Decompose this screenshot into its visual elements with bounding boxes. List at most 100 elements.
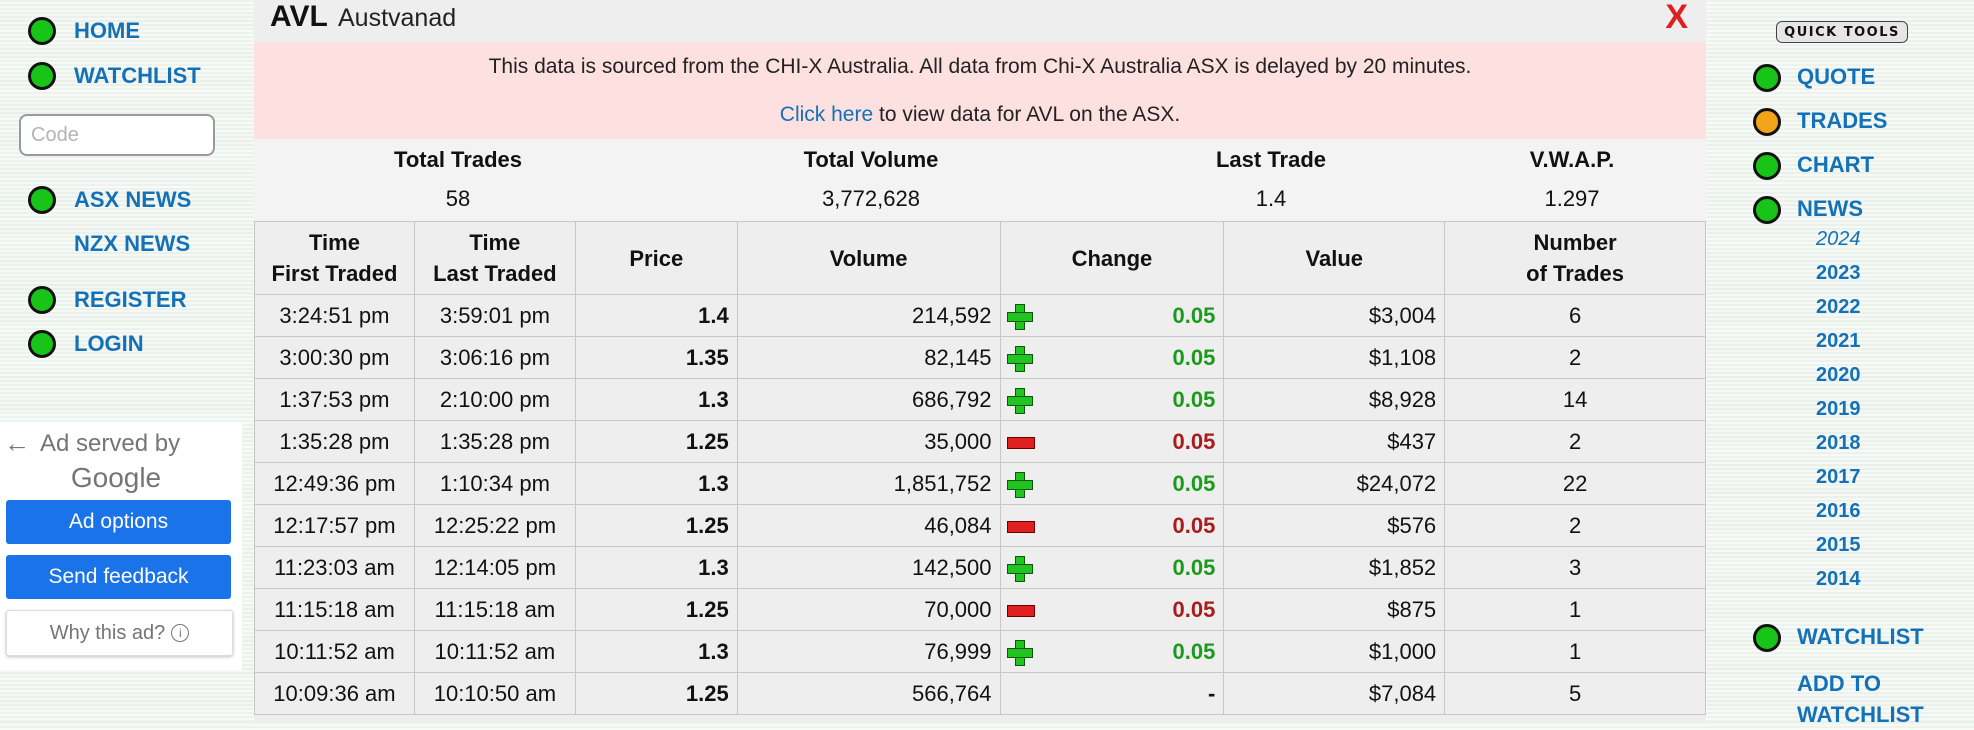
cell-change: 0.05 xyxy=(999,546,1225,589)
nav-watchlist-right-link[interactable]: WATCHLIST xyxy=(1797,624,1924,650)
change-value: 0.05 xyxy=(1172,512,1216,538)
col-number-of-trades[interactable]: Number of Trades xyxy=(1444,221,1706,295)
change-value: 0.05 xyxy=(1172,386,1216,412)
nav-watchlist-link[interactable]: WATCHLIST xyxy=(74,63,201,89)
nav-news-link[interactable]: NEWS xyxy=(1797,196,1863,222)
nav-quote-link[interactable]: QUOTE xyxy=(1797,64,1875,90)
cell-change: 0.05 xyxy=(999,462,1225,505)
trades-table: Time First Traded Time Last Traded Price V… xyxy=(254,221,1706,715)
cell-time-first-traded: 10:11:52 am xyxy=(254,630,415,673)
info-icon: i xyxy=(171,624,190,642)
last-trade-value: 1.4 xyxy=(1255,186,1287,211)
register-status-icon xyxy=(28,286,56,314)
back-arrow-icon[interactable]: ← xyxy=(4,428,30,459)
cell-price: 1.3 xyxy=(574,462,738,505)
cell-number-of-trades: 2 xyxy=(1444,504,1706,547)
cell-price: 1.25 xyxy=(574,672,738,715)
news-year-link[interactable]: 2018 xyxy=(1816,432,1861,455)
cell-number-of-trades: 5 xyxy=(1444,672,1706,715)
ad-options-button[interactable]: Ad options xyxy=(6,500,231,544)
news-year-link[interactable]: 2016 xyxy=(1816,500,1861,523)
news-year-link[interactable]: 2017 xyxy=(1816,466,1861,489)
col-price[interactable]: Price xyxy=(574,221,738,295)
nav-register-link[interactable]: REGISTER xyxy=(74,287,186,313)
col-time-first-traded[interactable]: Time First Traded xyxy=(254,221,415,295)
vwap-label: V.W.A.P. xyxy=(1529,147,1615,172)
plus-icon xyxy=(1006,556,1033,582)
cell-time-last-traded: 1:10:34 pm xyxy=(413,462,576,505)
news-year-link[interactable]: 2015 xyxy=(1816,534,1861,557)
nav-trades-link[interactable]: TRADES xyxy=(1797,108,1887,134)
cell-time-first-traded: 11:15:18 am xyxy=(254,588,415,631)
news-year-link[interactable]: 2021 xyxy=(1816,330,1861,353)
code-search-input[interactable] xyxy=(19,114,215,156)
col-volume[interactable]: Volume xyxy=(736,221,1001,295)
cell-number-of-trades: 3 xyxy=(1444,546,1706,589)
cell-time-last-traded: 12:14:05 pm xyxy=(413,546,576,589)
send-feedback-button[interactable]: Send feedback xyxy=(6,555,231,599)
close-icon[interactable]: X xyxy=(1665,0,1688,37)
quote-status-icon xyxy=(1753,64,1781,92)
cell-time-first-traded: 3:24:51 pm xyxy=(254,294,415,337)
news-year-link[interactable]: 2022 xyxy=(1816,296,1861,319)
trade-summary: Total Trades 58 Total Volume 3,772,628 L… xyxy=(254,139,1706,223)
cell-price: 1.25 xyxy=(574,420,738,463)
news-year-link[interactable]: 2023 xyxy=(1816,262,1861,285)
news-year-link[interactable]: 2014 xyxy=(1816,568,1861,591)
cell-volume: 1,851,752 xyxy=(736,462,1001,505)
watchlist-right-status-icon xyxy=(1753,624,1781,652)
change-value: - xyxy=(1208,680,1216,706)
cell-time-first-traded: 1:35:28 pm xyxy=(254,420,415,463)
cell-change: 0.05 xyxy=(999,630,1225,673)
cell-time-first-traded: 10:09:36 am xyxy=(254,672,415,715)
watchlist-status-icon xyxy=(28,62,56,90)
table-row: 11:15:18 am 11:15:18 am 1.25 70,000 0.05 $875… xyxy=(254,588,1706,631)
news-year-link[interactable]: 2019 xyxy=(1816,398,1861,421)
login-status-icon xyxy=(28,330,56,358)
nav-asx-news-link[interactable]: ASX NEWS xyxy=(74,187,191,213)
trades-table-body: 3:24:51 pm 3:59:01 pm 1.4 214,592 0.05 $3,004… xyxy=(254,294,1706,715)
add-to-watchlist-link[interactable]: ADD TO WATCHLIST xyxy=(1797,668,1924,730)
cell-number-of-trades: 2 xyxy=(1444,420,1706,463)
ad-served-by-text: Ad served by xyxy=(40,430,181,457)
cell-value: $437 xyxy=(1223,420,1446,463)
cell-value: $8,928 xyxy=(1223,378,1446,421)
table-row: 11:23:03 am 12:14:05 pm 1.3 142,500 0.05 $1,8… xyxy=(254,546,1706,589)
total-trades-label: Total Trades xyxy=(394,147,522,172)
cell-volume: 142,500 xyxy=(736,546,1001,589)
cell-time-last-traded: 10:11:52 am xyxy=(413,630,576,673)
trades-status-icon xyxy=(1753,108,1781,136)
cell-time-last-traded: 1:35:28 pm xyxy=(413,420,576,463)
cell-volume: 35,000 xyxy=(736,420,1001,463)
news-year-link[interactable]: 2024 xyxy=(1816,228,1861,251)
nav-chart-link[interactable]: CHART xyxy=(1797,152,1874,178)
quick-tools-heading: QUICK TOOLS xyxy=(1776,21,1908,43)
table-row: 3:24:51 pm 3:59:01 pm 1.4 214,592 0.05 $3,004… xyxy=(254,294,1706,337)
cell-time-first-traded: 12:49:36 pm xyxy=(254,462,415,505)
why-this-ad-button[interactable]: Why this ad? i xyxy=(6,610,233,656)
change-value: 0.05 xyxy=(1172,596,1216,622)
news-year-link[interactable]: 2020 xyxy=(1816,364,1861,387)
asx-link-text: to view data for AVL on the ASX. xyxy=(873,103,1181,126)
col-change[interactable]: Change xyxy=(999,221,1225,295)
why-this-ad-label: Why this ad? xyxy=(49,621,166,644)
cell-value: $1,108 xyxy=(1223,336,1446,379)
last-trade-label: Last Trade xyxy=(1215,147,1327,172)
col-value[interactable]: Value xyxy=(1223,221,1446,295)
home-status-icon xyxy=(28,17,56,45)
nav-login-link[interactable]: LOGIN xyxy=(74,331,144,357)
table-row: 1:37:53 pm 2:10:00 pm 1.3 686,792 0.05 $8,928… xyxy=(254,378,1706,421)
vwap-value: 1.297 xyxy=(1544,186,1600,211)
click-here-link[interactable]: Click here xyxy=(780,103,873,126)
cell-time-first-traded: 3:00:30 pm xyxy=(254,336,415,379)
cell-volume: 686,792 xyxy=(736,378,1001,421)
nav-home-link[interactable]: HOME xyxy=(74,18,140,44)
cell-time-first-traded: 11:23:03 am xyxy=(254,546,415,589)
table-row: 10:09:36 am 10:10:50 am 1.25 566,764 - $7,084… xyxy=(254,672,1706,715)
nav-nzx-news-link[interactable]: NZX NEWS xyxy=(74,231,190,257)
col-time-last-traded[interactable]: Time Last Traded xyxy=(413,221,576,295)
cell-time-first-traded: 12:17:57 pm xyxy=(254,504,415,547)
cell-time-last-traded: 10:10:50 am xyxy=(413,672,576,715)
cell-price: 1.3 xyxy=(574,546,738,589)
table-row: 12:17:57 pm 12:25:22 pm 1.25 46,084 0.05 $576… xyxy=(254,504,1706,547)
